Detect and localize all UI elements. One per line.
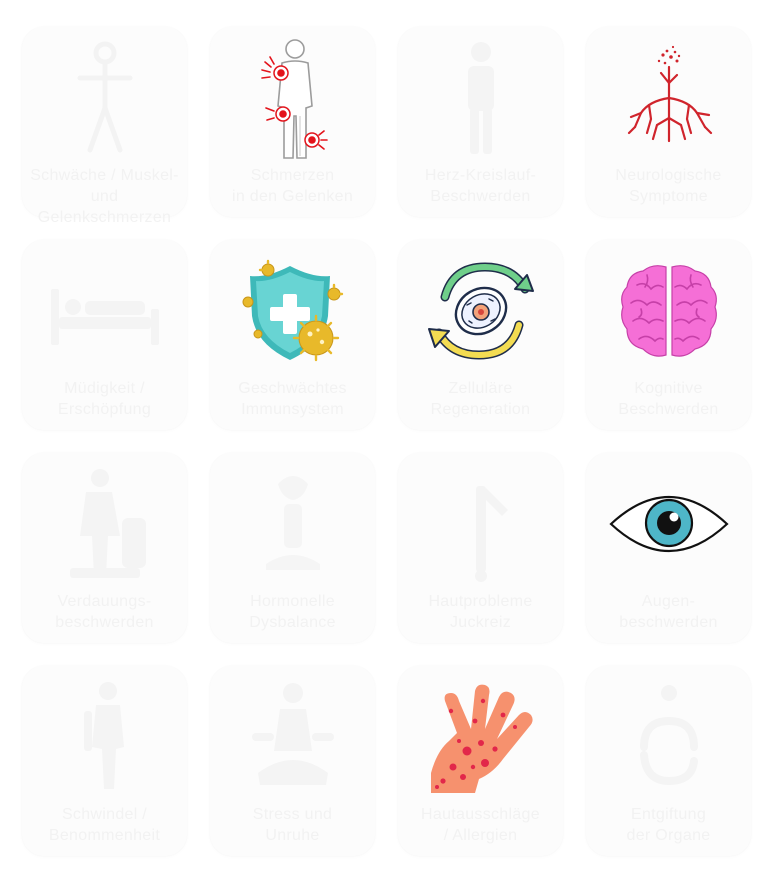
card-4[interactable]: Neurologische Symptome <box>586 27 751 217</box>
skeleton-figure-icon <box>22 33 187 163</box>
eye-icon <box>586 459 751 589</box>
card-label: Verdauungs-beschwerden <box>55 593 154 631</box>
card-3[interactable]: Herz-Kreislauf- Beschwerden <box>398 27 563 217</box>
card-label: Zelluläre Regeneration <box>430 380 531 418</box>
card-label: Kognitive Beschwerden <box>618 380 719 418</box>
card-label: Augen-beschwerden <box>619 593 718 631</box>
card-5[interactable]: Müdigkeit / Erschöpfung <box>22 240 187 430</box>
card-label: Müdigkeit / Erschöpfung <box>57 380 152 418</box>
card-12[interactable]: Augen-beschwerden <box>586 453 751 643</box>
symptom-grid: Schwäche / Muskel-und Gelenkschmerzen Sc… <box>0 0 774 885</box>
bed-icon <box>22 246 187 376</box>
nerve-branches-icon <box>586 33 751 163</box>
card-label: Schmerzen in den Gelenken <box>231 167 354 205</box>
card-label: Entgiftung der Organe <box>626 806 711 844</box>
joint-pain-body-icon <box>210 33 375 163</box>
immune-shield-icon <box>210 246 375 376</box>
recycle-figure-icon <box>586 672 751 802</box>
card-label: Stress und Unruhe <box>252 806 333 844</box>
card-label: Schwindel / Benommenheit <box>48 806 161 844</box>
card-7[interactable]: Zelluläre Regeneration <box>398 240 563 430</box>
card-label: Hautprobleme Juckreiz <box>428 593 533 631</box>
meditation-figure-icon <box>210 672 375 802</box>
card-1[interactable]: Schwäche / Muskel-und Gelenkschmerzen <box>22 27 187 226</box>
card-15[interactable]: Hautausschläge / Allergien <box>398 666 563 856</box>
skin-rash-hand-icon <box>398 672 563 802</box>
card-10[interactable]: Hormonelle Dysbalance <box>210 453 375 643</box>
card-11[interactable]: Hautprobleme Juckreiz <box>398 453 563 643</box>
needle-figure-icon <box>398 459 563 589</box>
standing-person-icon <box>22 672 187 802</box>
brain-icon <box>586 246 751 376</box>
card-8[interactable]: Kognitive Beschwerden <box>586 240 751 430</box>
standing-figure-icon <box>398 33 563 163</box>
card-2[interactable]: Schmerzen in den Gelenken <box>210 27 375 217</box>
card-9[interactable]: Verdauungs-beschwerden <box>22 453 187 643</box>
digestion-figure-icon <box>22 459 187 589</box>
card-label: Hautausschläge / Allergien <box>421 806 540 844</box>
cell-cycle-icon <box>398 246 563 376</box>
abstract-figure-icon <box>210 459 375 589</box>
card-13[interactable]: Schwindel / Benommenheit <box>22 666 187 856</box>
card-6[interactable]: Geschwächtes Immunsystem <box>210 240 375 430</box>
card-label: Geschwächtes Immunsystem <box>238 380 347 418</box>
card-16[interactable]: Entgiftung der Organe <box>586 666 751 856</box>
card-label: Herz-Kreislauf- Beschwerden <box>424 167 537 205</box>
card-label: Schwäche / Muskel-und Gelenkschmerzen <box>30 167 179 226</box>
card-label: Neurologische Symptome <box>615 167 722 205</box>
card-14[interactable]: Stress und Unruhe <box>210 666 375 856</box>
card-label: Hormonelle Dysbalance <box>249 593 336 631</box>
